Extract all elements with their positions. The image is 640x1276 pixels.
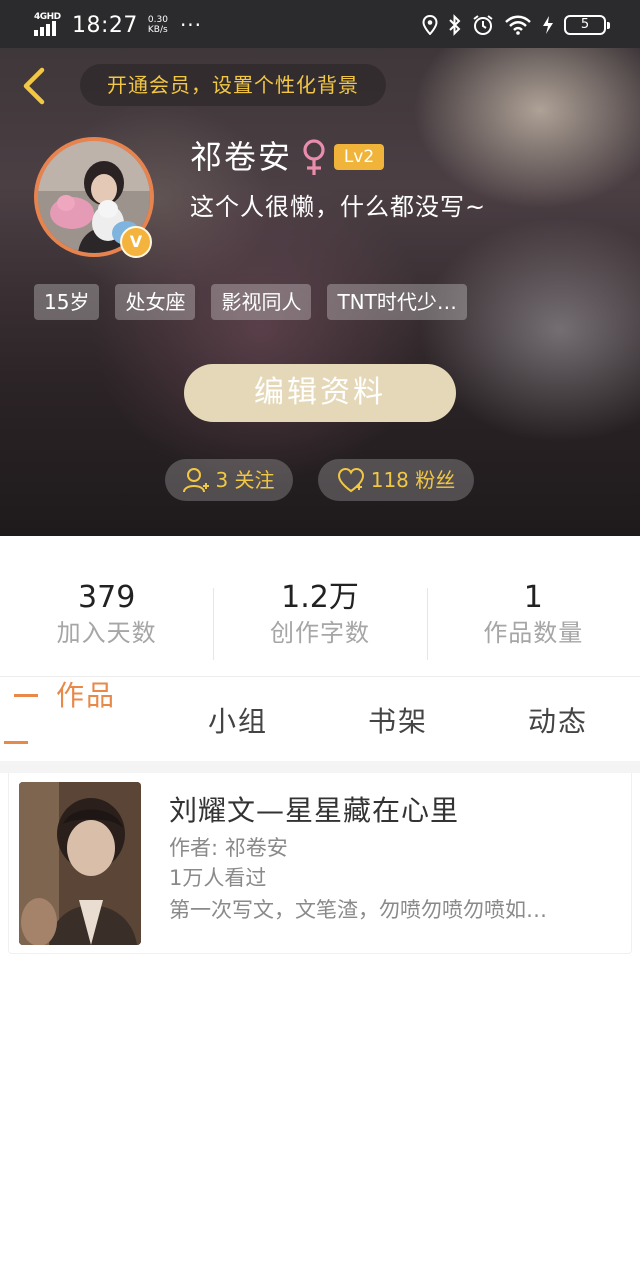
work-views: 1万人看过 <box>169 866 267 890</box>
tag-interest: TNT时代少… <box>327 284 467 320</box>
stat-value: 379 <box>78 580 136 615</box>
fans-button[interactable]: 118 粉丝 <box>318 459 474 501</box>
work-card[interactable]: 刘耀文—星星藏在心里 作者: 祁卷安 1万人看过 第一次写文，文笔渣，勿喷勿喷勿… <box>8 773 632 954</box>
tag-age: 15岁 <box>34 284 100 320</box>
book-cover <box>19 782 141 945</box>
vip-background-banner[interactable]: 开通会员，设置个性化背景 <box>80 64 386 106</box>
battery-icon: 5 <box>564 15 610 35</box>
edit-profile-button[interactable]: 编辑资料 <box>184 364 456 422</box>
following-button[interactable]: 3 关注 <box>165 459 293 501</box>
signal-icon: 4GHD <box>34 12 64 38</box>
stat-join-days: 379 加入天数 <box>0 580 213 660</box>
location-icon <box>422 15 438 35</box>
status-bar: 4GHD 18:27 0.30 KB/s ··· 5 <box>0 0 640 48</box>
stat-value: 1.2万 <box>281 580 359 615</box>
clock: 18:27 <box>72 12 138 38</box>
network-speed: 0.30 KB/s <box>148 15 168 35</box>
user-bio: 这个人很懒，什么都没写~ <box>190 193 487 221</box>
tab-works[interactable]: 作品 <box>56 677 116 715</box>
active-tab-indicator <box>14 694 38 697</box>
user-tags: 15岁 处女座 影视同人 TNT时代少… <box>34 284 467 320</box>
speed-value: 0.30 <box>147 15 168 25</box>
stat-works-count: 1 作品数量 <box>426 580 640 660</box>
stat-label: 加入天数 <box>56 619 157 647</box>
profile-tabs: 作品 小组 书架 动态 <box>0 677 640 761</box>
user-add-icon <box>183 468 210 493</box>
alarm-icon <box>473 15 493 35</box>
stat-value: 1 <box>523 580 543 615</box>
tab-bookshelf[interactable]: 书架 <box>368 703 428 741</box>
following-count-label: 3 关注 <box>215 468 275 492</box>
female-gender-icon <box>303 139 325 175</box>
work-author: 作者: 祁卷安 <box>169 836 288 860</box>
profile-header: 4GHD 18:27 0.30 KB/s ··· 5 开通会员，设置个性化背景 … <box>0 0 640 536</box>
speed-unit: KB/s <box>147 25 168 35</box>
stats-row: 379 加入天数 1.2万 创作字数 1 作品数量 <box>0 580 640 660</box>
stat-label: 作品数量 <box>483 619 584 647</box>
status-right: 5 <box>422 10 610 40</box>
wifi-icon <box>505 15 531 35</box>
verified-badge: V <box>120 226 152 258</box>
section-separator <box>0 761 640 773</box>
fans-count-label: 118 粉丝 <box>370 468 456 492</box>
tag-zodiac: 处女座 <box>115 284 196 320</box>
heart-icon <box>337 467 364 493</box>
username: 祁卷安 <box>190 138 293 176</box>
tag-genre: 影视同人 <box>211 284 312 320</box>
work-title: 刘耀文—星星藏在心里 <box>169 794 460 827</box>
level-badge: Lv2 <box>334 144 384 170</box>
back-arrow-icon[interactable] <box>18 66 52 106</box>
work-description: 第一次写文，文笔渣，勿喷勿喷勿喷如… <box>169 898 547 922</box>
stat-label: 创作字数 <box>269 619 370 647</box>
more-notifications-icon: ··· <box>179 13 203 37</box>
book-cover-image <box>19 782 141 945</box>
charging-icon <box>543 16 553 34</box>
active-tab-underline <box>4 741 28 744</box>
tab-groups[interactable]: 小组 <box>208 703 268 741</box>
stat-word-count: 1.2万 创作字数 <box>213 580 426 660</box>
tab-activity[interactable]: 动态 <box>528 703 588 741</box>
bluetooth-icon <box>449 14 461 36</box>
status-left: 4GHD 18:27 0.30 KB/s ··· <box>34 10 202 40</box>
